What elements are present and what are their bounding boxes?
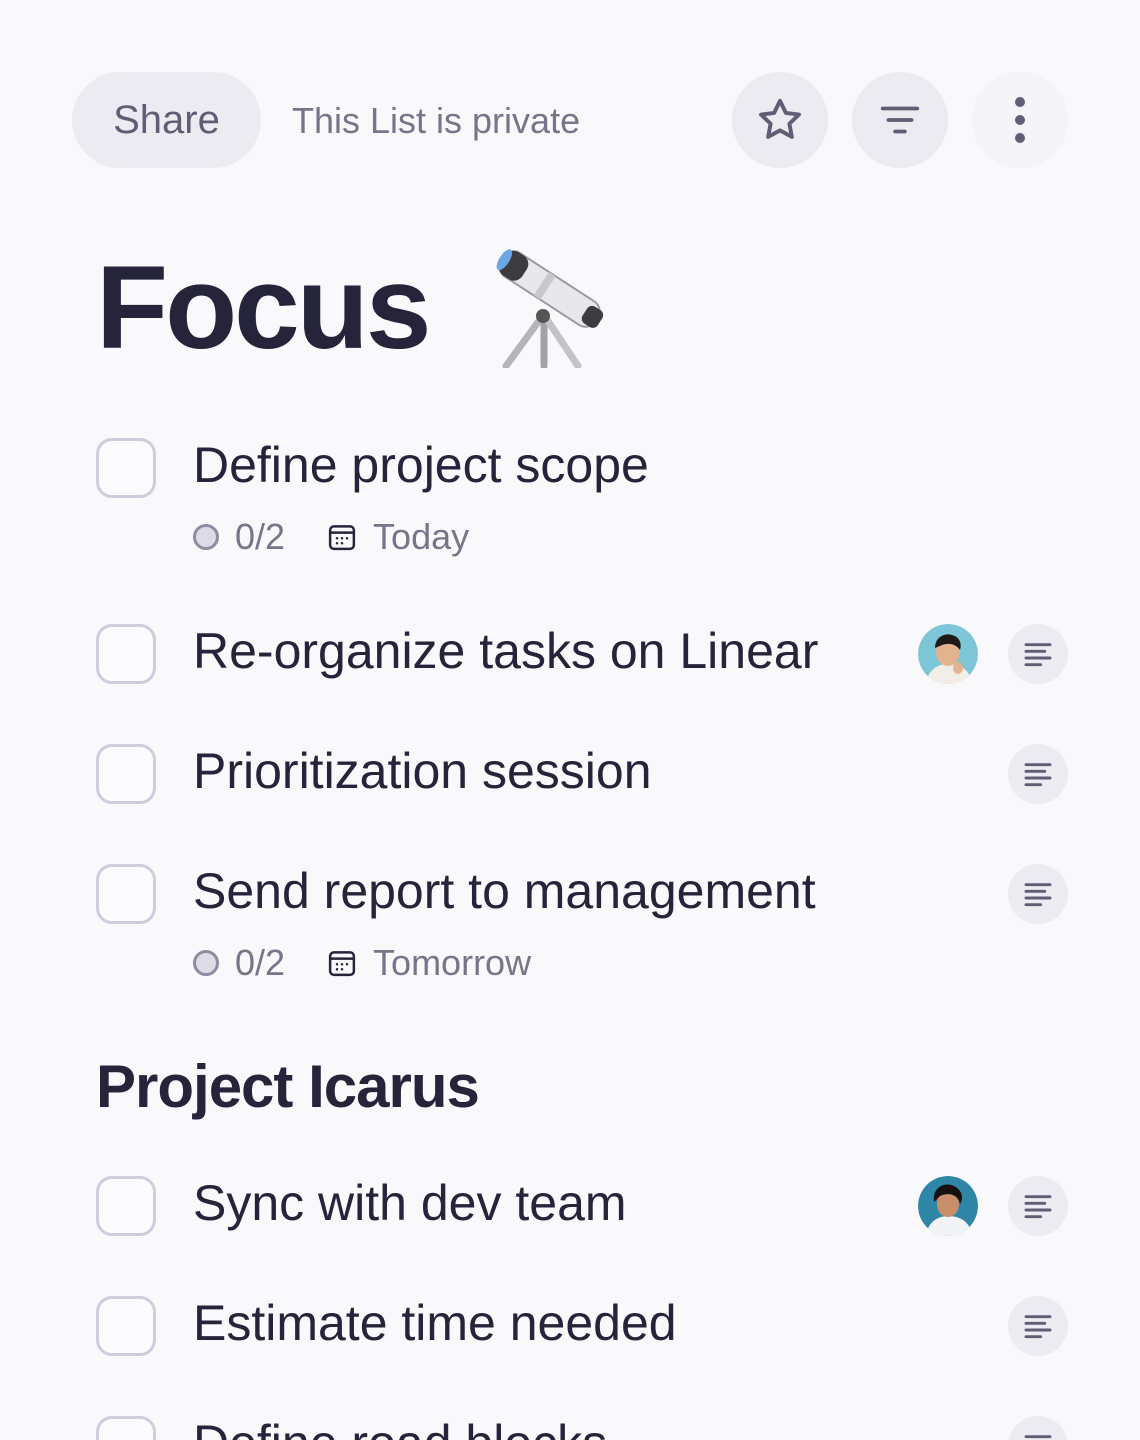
notes-button[interactable] [1008,1296,1068,1356]
due-date: Tomorrow [373,942,532,983]
notes-icon [1024,643,1052,667]
task-meta: 0/2 Tomorrow [193,942,531,984]
more-vertical-icon [1015,97,1025,143]
assignee-avatar[interactable] [918,1176,978,1236]
notes-button[interactable] [1008,1176,1068,1236]
task-item[interactable]: Send report to management 0/2 Tomorrow [0,856,1140,996]
task-checkbox[interactable] [96,438,156,498]
notes-button[interactable] [1008,1416,1068,1440]
task-item[interactable]: Define road blocks [0,1408,1140,1440]
notes-icon [1024,1315,1052,1339]
task-checkbox[interactable] [96,1416,156,1440]
task-item[interactable]: Define project scope 0/2 Today [0,430,1140,570]
share-button[interactable]: Share [72,72,261,168]
calendar-icon [328,951,356,977]
section-heading: Project Icarus [96,1053,480,1120]
task-checkbox[interactable] [96,1176,156,1236]
due-date: Today [373,516,470,557]
subtask-count: 0/2 [235,516,286,557]
page-title: Focus [96,242,431,374]
favorite-button[interactable] [732,72,828,168]
task-title: Estimate time needed [193,1295,677,1351]
task-title: Send report to management [193,863,816,919]
task-item[interactable]: Prioritization session [0,736,1140,816]
task-checkbox[interactable] [96,864,156,924]
task-checkbox[interactable] [96,744,156,804]
task-title: Define project scope [193,437,649,493]
privacy-status: This List is private [292,100,581,141]
subtask-count: 0/2 [235,942,286,983]
task-title: Define road blocks [193,1414,607,1440]
task-item[interactable]: Sync with dev team [0,1168,1140,1248]
task-title: Sync with dev team [193,1175,627,1231]
task-item[interactable]: Re-organize tasks on Linear [0,616,1140,696]
subtask-progress-icon [193,524,219,550]
filter-icon [880,106,920,134]
notes-icon [1024,1195,1052,1219]
subtask-progress-icon [193,950,219,976]
more-options-button[interactable] [972,72,1068,168]
assignee-avatar[interactable] [918,624,978,684]
notes-icon [1024,883,1052,907]
notes-button[interactable] [1008,624,1068,684]
task-item[interactable]: Estimate time needed [0,1288,1140,1368]
task-title: Re-organize tasks on Linear [193,623,819,679]
task-checkbox[interactable] [96,624,156,684]
star-icon [759,98,801,139]
calendar-icon [328,525,356,551]
task-checkbox[interactable] [96,1296,156,1356]
notes-button[interactable] [1008,744,1068,804]
task-meta: 0/2 Today [193,516,469,558]
filter-button[interactable] [852,72,948,168]
notes-button[interactable] [1008,864,1068,924]
telescope-icon [496,249,604,368]
top-bar: Share This List is private [0,0,1140,200]
notes-icon [1024,763,1052,787]
notes-icon [1024,1435,1052,1439]
task-title: Prioritization session [193,743,652,799]
